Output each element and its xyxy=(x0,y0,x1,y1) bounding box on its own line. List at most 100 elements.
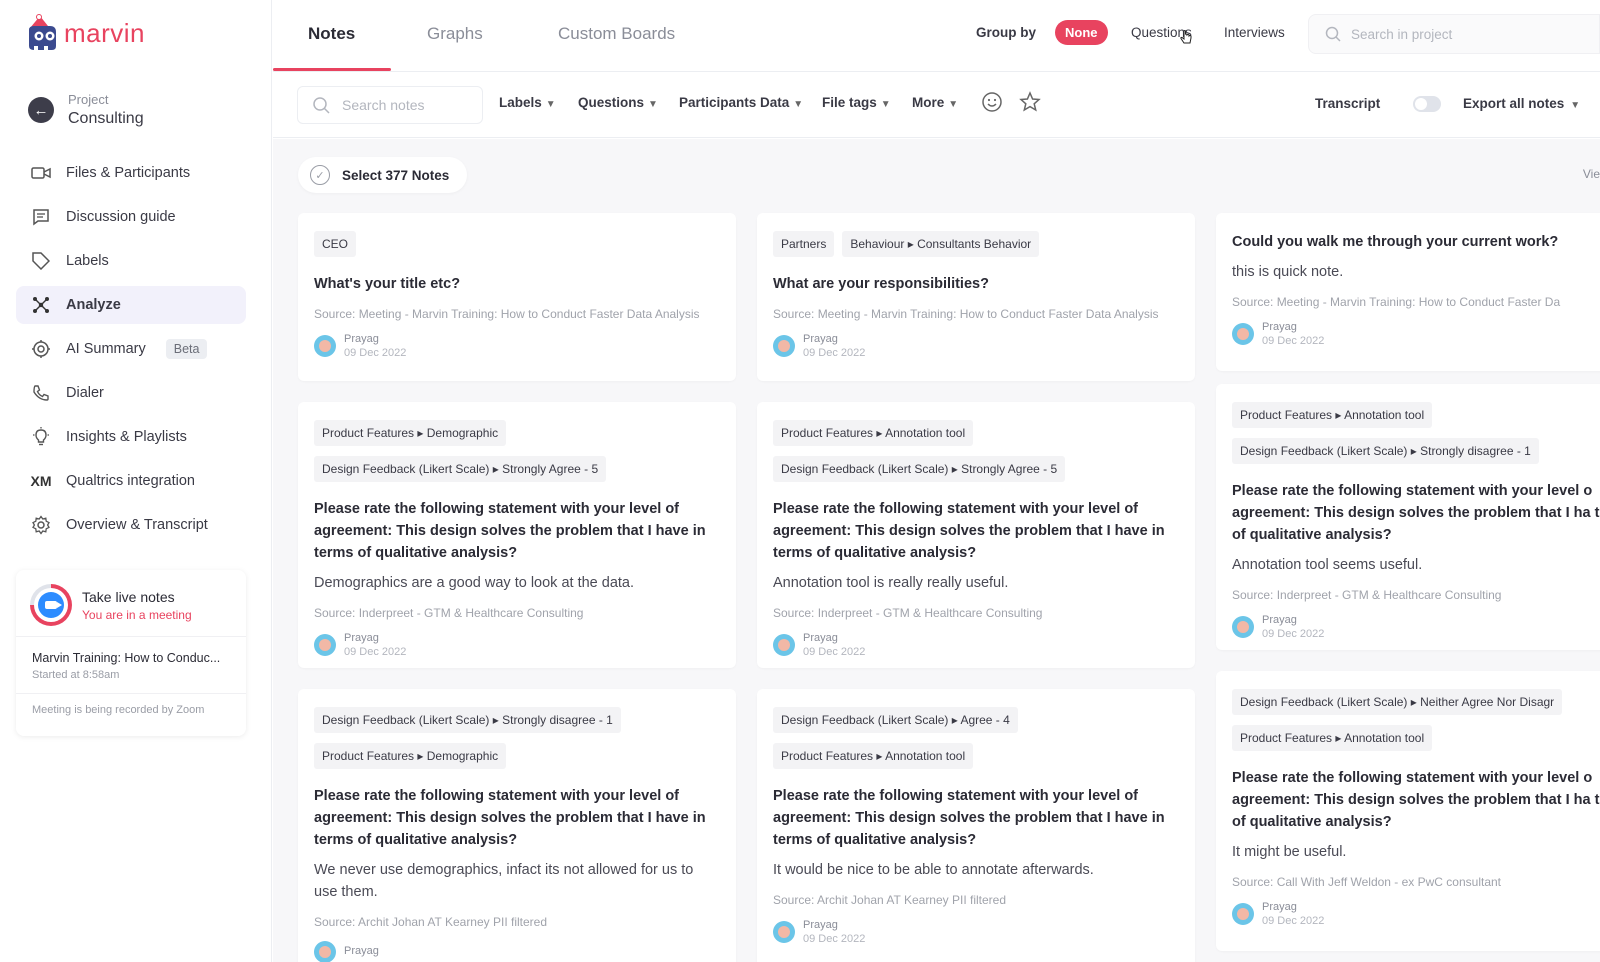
tag-row: Product Features ▸ Demographic xyxy=(314,743,507,769)
sidebar-item-label: Files & Participants xyxy=(66,165,191,181)
note-card[interactable]: Design Feedback (Likert Scale) ▸ Strongl… xyxy=(298,689,736,962)
note-card[interactable]: Partners Behaviour ▸ Consultants Behavior… xyxy=(757,213,1195,381)
tag-row: CEO xyxy=(314,231,357,257)
filter-more[interactable]: More ▼ xyxy=(912,95,958,110)
note-question: Please rate the following statement with… xyxy=(1232,483,1600,543)
smiley-icon[interactable] xyxy=(981,91,1003,113)
marvin-logo[interactable]: marvin xyxy=(26,14,145,52)
export-label: Export all notes xyxy=(1463,96,1565,111)
label-tag[interactable]: Partners xyxy=(773,231,835,257)
export-all-notes-button[interactable]: Export all notes ▼ xyxy=(1463,96,1580,111)
sidebar-item-discussion-guide[interactable]: Discussion guide xyxy=(16,198,246,236)
view-link[interactable]: Vie xyxy=(1583,167,1600,181)
group-by-none[interactable]: None xyxy=(1055,20,1108,45)
tab-custom-boards[interactable]: Custom Boards xyxy=(558,24,675,44)
sidebar-item-dialer[interactable]: Dialer xyxy=(16,374,246,412)
filter-bar: Search notes Labels ▼ Questions ▼ Particip… xyxy=(273,72,1600,138)
tag-row: Design Feedback (Likert Scale) ▸ Neither… xyxy=(1232,689,1563,715)
search-icon xyxy=(313,97,330,114)
live-notes-card[interactable]: Take live notes You are in a meeting Mar… xyxy=(16,570,246,736)
gear-icon xyxy=(30,514,52,536)
note-author: Prayag 09 Dec 2022 xyxy=(773,333,1179,359)
chevron-down-icon: ▼ xyxy=(880,99,891,110)
sidebar-item-ai-summary[interactable]: AI Summary Beta xyxy=(16,330,246,368)
chevron-down-icon: ▼ xyxy=(648,99,658,110)
label-tag[interactable]: Design Feedback (Likert Scale) ▸ Strongl… xyxy=(1232,438,1539,464)
note-source[interactable]: Source: Call With Jeff Weldon - ex PwC c… xyxy=(1232,875,1600,889)
author-name: Prayag xyxy=(344,333,379,345)
filter-participants-data[interactable]: Participants Data ▼ xyxy=(679,95,803,110)
search-project-input[interactable]: Search in project xyxy=(1308,14,1600,54)
note-card[interactable]: Product Features ▸ Annotation tool Design… xyxy=(1216,384,1600,650)
author-name: Prayag xyxy=(1262,901,1297,913)
label-tag[interactable]: Product Features ▸ Demographic xyxy=(314,743,507,769)
live-notes-header[interactable]: Take live notes You are in a meeting xyxy=(16,570,246,637)
tab-notes[interactable]: Notes xyxy=(308,24,355,44)
label-tag[interactable]: CEO xyxy=(314,231,357,257)
author-name: Prayag xyxy=(803,919,838,931)
label-tag[interactable]: Product Features ▸ Annotation tool xyxy=(773,420,974,446)
star-icon[interactable] xyxy=(1019,91,1041,113)
back-arrow-icon[interactable]: ← xyxy=(28,97,54,123)
filter-questions-label: Questions xyxy=(578,95,645,110)
select-notes-button[interactable]: ✓ Select 377 Notes xyxy=(298,157,468,193)
note-source[interactable]: Source: Inderpreet - GTM & Healthcare Co… xyxy=(773,606,1179,620)
sidebar-item-files-participants[interactable]: Files & Participants xyxy=(16,154,246,192)
search-notes-placeholder: Search notes xyxy=(342,97,425,113)
sidebar-item-label: Insights & Playlists xyxy=(66,429,187,445)
note-source[interactable]: Source: Inderpreet - GTM & Healthcare Co… xyxy=(314,606,720,620)
notes-content: ✓ Select 377 Notes Vie CEO What's your ti… xyxy=(273,139,1600,962)
note-card[interactable]: CEO What's your title etc? Source: Meeting… xyxy=(298,213,736,381)
author-name: Prayag xyxy=(1262,614,1297,626)
note-source[interactable]: Source: Meeting - Marvin Training: How t… xyxy=(773,307,1179,321)
select-notes-label: Select 377 Notes xyxy=(342,167,450,183)
note-card[interactable]: Product Features ▸ Annotation tool Design… xyxy=(757,402,1195,668)
note-card[interactable]: Design Feedback (Likert Scale) ▸ Agree -… xyxy=(757,689,1195,962)
label-tag[interactable]: Behaviour ▸ Consultants Behavior xyxy=(842,231,1040,257)
sidebar-item-insights-playlists[interactable]: Insights & Playlists xyxy=(16,418,246,456)
note-author: Prayag xyxy=(314,941,720,962)
note-card[interactable]: Could you walk me through your current w… xyxy=(1216,213,1600,371)
sidebar-item-qualtrics[interactable]: XM Qualtrics integration xyxy=(16,462,246,500)
recording-notice: Meeting is being recorded by Zoom xyxy=(32,704,205,716)
author-name: Prayag xyxy=(1262,321,1297,333)
note-date: 09 Dec 2022 xyxy=(344,347,407,359)
note-source[interactable]: Source: Meeting - Marvin Training: How t… xyxy=(314,307,720,321)
label-tag[interactable]: Product Features ▸ Annotation tool xyxy=(1232,725,1433,751)
sidebar-item-overview-transcript[interactable]: Overview & Transcript xyxy=(16,506,246,544)
tag-row: Product Features ▸ Annotation tool xyxy=(1232,725,1433,751)
label-tag[interactable]: Product Features ▸ Demographic xyxy=(314,420,507,446)
tag-row: Partners Behaviour ▸ Consultants Behavior xyxy=(773,231,1040,257)
label-tag[interactable]: Design Feedback (Likert Scale) ▸ Agree -… xyxy=(773,707,1018,733)
filter-questions[interactable]: Questions ▼ xyxy=(578,95,658,110)
label-tag[interactable]: Design Feedback (Likert Scale) ▸ Strongl… xyxy=(773,456,1066,482)
filter-file-tags[interactable]: File tags ▼ xyxy=(822,95,891,110)
note-card[interactable]: Product Features ▸ Demographic Design Fee… xyxy=(298,402,736,668)
tab-graphs[interactable]: Graphs xyxy=(427,24,483,44)
note-question: Please rate the following statement with… xyxy=(314,501,706,561)
sidebar-item-label: Discussion guide xyxy=(66,209,176,225)
note-date: 09 Dec 2022 xyxy=(1262,628,1325,640)
label-tag[interactable]: Product Features ▸ Annotation tool xyxy=(773,743,974,769)
group-by-interviews[interactable]: Interviews xyxy=(1224,25,1285,40)
note-question: Please rate the following statement with… xyxy=(773,788,1165,848)
brand-name: marvin xyxy=(64,17,146,48)
note-date: 09 Dec 2022 xyxy=(1262,915,1325,927)
sidebar-item-analyze[interactable]: Analyze xyxy=(16,286,246,324)
meeting-name[interactable]: Marvin Training: How to Conduc... xyxy=(16,637,246,669)
label-tag[interactable]: Product Features ▸ Annotation tool xyxy=(1232,402,1433,428)
note-source[interactable]: Source: Meeting - Marvin Training: How t… xyxy=(1232,295,1600,309)
avatar xyxy=(773,921,795,943)
transcript-toggle[interactable] xyxy=(1413,96,1441,112)
note-card[interactable]: Design Feedback (Likert Scale) ▸ Neither… xyxy=(1216,671,1600,951)
note-source[interactable]: Source: Archit Johan AT Kearney PII filt… xyxy=(314,915,720,929)
search-notes-input[interactable]: Search notes xyxy=(297,86,483,124)
note-source[interactable]: Source: Inderpreet - GTM & Healthcare Co… xyxy=(1232,588,1600,602)
sidebar-item-labels[interactable]: Labels xyxy=(16,242,246,280)
label-tag[interactable]: Design Feedback (Likert Scale) ▸ Strongl… xyxy=(314,456,607,482)
note-question: What are your responsibilities? xyxy=(773,276,989,292)
label-tag[interactable]: Design Feedback (Likert Scale) ▸ Neither… xyxy=(1232,689,1563,715)
filter-labels[interactable]: Labels ▼ xyxy=(499,95,556,110)
label-tag[interactable]: Design Feedback (Likert Scale) ▸ Strongl… xyxy=(314,707,621,733)
note-source[interactable]: Source: Archit Johan AT Kearney PII filt… xyxy=(773,893,1179,907)
